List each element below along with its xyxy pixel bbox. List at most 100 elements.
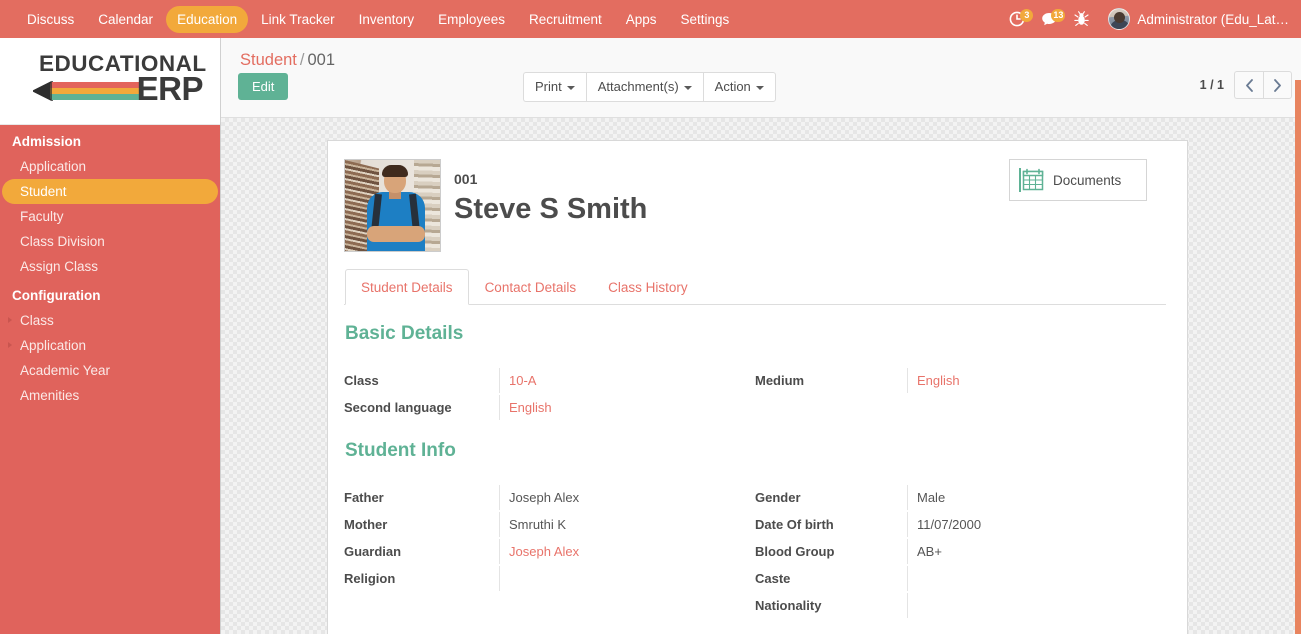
action-dropdown-button[interactable]: Action bbox=[702, 72, 776, 102]
sidebar-item-class[interactable]: Class bbox=[0, 308, 220, 333]
basic-details-left-column: Class 10-A Second language English bbox=[344, 368, 755, 422]
sidebar-item-student[interactable]: Student bbox=[2, 179, 218, 204]
documents-stat-button[interactable]: Documents bbox=[1009, 159, 1147, 201]
field-label-gender: Gender bbox=[755, 490, 801, 505]
field-row: Date Of birth 11/07/2000 bbox=[755, 512, 1166, 539]
caret-right-icon bbox=[8, 342, 12, 348]
attachment-s--dropdown-button[interactable]: Attachment(s) bbox=[585, 72, 703, 102]
student-info-right-column: Gender Male Date Of birth 11/07/2000 Blood G… bbox=[755, 485, 1166, 620]
sidebar-section-admission: Admission bbox=[12, 134, 82, 149]
user-avatar[interactable] bbox=[1108, 8, 1131, 30]
app-logo: EDUCATIONAL ERP bbox=[0, 38, 220, 125]
control-panel-buttons-row: Edit Print Attachment(s) Action 1 / 1 bbox=[221, 71, 1301, 109]
field-label-caste: Caste bbox=[755, 571, 791, 586]
field-row: Mother Smruthi K bbox=[344, 512, 755, 539]
button-label: Action bbox=[714, 79, 751, 94]
field-row: Guardian Joseph Alex bbox=[344, 539, 755, 566]
nav-item-inventory[interactable]: Inventory bbox=[348, 6, 426, 33]
field-value-religion bbox=[499, 566, 755, 591]
nav-item-settings[interactable]: Settings bbox=[670, 6, 741, 33]
nav-item-recruitment[interactable]: Recruitment bbox=[518, 6, 613, 33]
field-row: Father Joseph Alex bbox=[344, 485, 755, 512]
sidebar-item-label: Amenities bbox=[20, 388, 80, 403]
nav-item-discuss[interactable]: Discuss bbox=[16, 6, 85, 33]
field-value-gender: Male bbox=[907, 485, 1166, 510]
sidebar-item-application[interactable]: Application bbox=[0, 333, 220, 358]
pencil-icon bbox=[33, 80, 139, 102]
page-scrollbar[interactable] bbox=[1295, 80, 1301, 634]
sidebar-item-application[interactable]: Application bbox=[0, 154, 220, 179]
button-label: Print bbox=[535, 79, 562, 94]
field-label-mother: Mother bbox=[344, 517, 388, 532]
sidebar-item-label: Application bbox=[20, 338, 87, 353]
user-menu-label[interactable]: Administrator (Edu_Lat… bbox=[1137, 12, 1293, 27]
photo-arms bbox=[367, 226, 425, 242]
field-value-guardian[interactable]: Joseph Alex bbox=[499, 539, 755, 564]
debug-bug-icon[interactable] bbox=[1068, 6, 1094, 32]
chevron-right-icon bbox=[1274, 78, 1281, 92]
field-value-second-language[interactable]: English bbox=[499, 395, 755, 420]
edit-button[interactable]: Edit bbox=[238, 73, 289, 100]
chevron-down-icon bbox=[683, 85, 692, 90]
breadcrumb-root[interactable]: Student bbox=[240, 51, 297, 69]
sidebar: EDUCATIONAL ERP Admission Application Stud… bbox=[0, 38, 221, 634]
form-sheet: 001 Steve S Smith Documents Student Deta… bbox=[327, 140, 1188, 634]
field-value-date-of-birth: 11/07/2000 bbox=[907, 512, 1166, 537]
field-value-medium[interactable]: English bbox=[907, 368, 1166, 393]
chevron-left-icon bbox=[1245, 78, 1253, 92]
pager-previous-button[interactable] bbox=[1234, 71, 1263, 99]
button-label: Attachment(s) bbox=[597, 79, 679, 94]
sidebar-item-label: Class bbox=[20, 313, 54, 328]
sidebar-item-assign-class[interactable]: Assign Class bbox=[0, 254, 220, 279]
sidebar-item-amenities[interactable]: Amenities bbox=[0, 383, 220, 408]
messages-icon[interactable]: 13 bbox=[1036, 6, 1066, 32]
sidebar-item-label: Faculty bbox=[20, 209, 64, 224]
student-photo[interactable] bbox=[344, 159, 441, 252]
field-value-caste bbox=[907, 566, 1166, 591]
photo-hair bbox=[382, 165, 408, 177]
record-header: 001 Steve S Smith Documents bbox=[344, 157, 1166, 265]
tab-student-details[interactable]: Student Details bbox=[345, 269, 469, 305]
student-info-title: Student Info bbox=[345, 440, 456, 461]
pager-next-button[interactable] bbox=[1263, 71, 1292, 99]
content-area: Student/001 Edit Print Attachment(s) Actio… bbox=[221, 38, 1301, 634]
logo-wrap: EDUCATIONAL ERP bbox=[15, 50, 206, 112]
print-dropdown-button[interactable]: Print bbox=[523, 72, 586, 102]
sidebar-item-academic-year[interactable]: Academic Year bbox=[0, 358, 220, 383]
field-value-nationality bbox=[907, 593, 1166, 618]
field-label-religion: Religion bbox=[344, 571, 396, 586]
field-label-class: Class bbox=[344, 373, 379, 388]
field-row: Blood Group AB+ bbox=[755, 539, 1166, 566]
field-value-class[interactable]: 10-A bbox=[499, 368, 755, 393]
field-row: Second language English bbox=[344, 395, 755, 422]
tab-class-history[interactable]: Class History bbox=[592, 269, 704, 305]
form-tabs: Student Details Contact Details Class Hist… bbox=[344, 269, 1166, 305]
navbar-right-edge bbox=[1295, 0, 1301, 38]
sidebar-item-class-division[interactable]: Class Division bbox=[0, 229, 220, 254]
nav-item-calendar[interactable]: Calendar bbox=[87, 6, 164, 33]
nav-item-education[interactable]: Education bbox=[166, 5, 249, 33]
field-label-blood-group: Blood Group bbox=[755, 544, 835, 559]
chevron-down-icon bbox=[755, 85, 764, 90]
breadcrumb-separator: / bbox=[299, 51, 305, 69]
field-label-date-of-birth: Date Of birth bbox=[755, 517, 834, 532]
field-label-nationality: Nationality bbox=[755, 598, 822, 613]
form-view-background: 001 Steve S Smith Documents Student Deta… bbox=[221, 118, 1301, 634]
field-row: Nationality bbox=[755, 593, 1166, 620]
basic-details-title: Basic Details bbox=[345, 323, 464, 344]
pager-counter: 1 / 1 bbox=[1199, 78, 1224, 92]
basic-details-right-column: Medium English bbox=[755, 368, 1166, 422]
record-name: Steve S Smith bbox=[454, 193, 648, 225]
student-info-groups: Father Joseph Alex Mother Smruthi K Guardian… bbox=[344, 485, 1166, 620]
calendar-grid-icon bbox=[1019, 168, 1044, 192]
nav-item-apps[interactable]: Apps bbox=[615, 6, 668, 33]
sidebar-item-label: Class Division bbox=[20, 234, 105, 249]
tab-contact-details[interactable]: Contact Details bbox=[469, 269, 593, 305]
nav-item-employees[interactable]: Employees bbox=[427, 6, 516, 33]
field-row: Religion bbox=[344, 566, 755, 593]
sidebar-item-faculty[interactable]: Faculty bbox=[0, 204, 220, 229]
field-label-guardian: Guardian bbox=[344, 544, 402, 559]
sidebar-item-label: Academic Year bbox=[20, 363, 111, 378]
nav-item-link-tracker[interactable]: Link Tracker bbox=[250, 6, 346, 33]
activity-clock-icon[interactable]: 3 bbox=[1004, 6, 1034, 32]
